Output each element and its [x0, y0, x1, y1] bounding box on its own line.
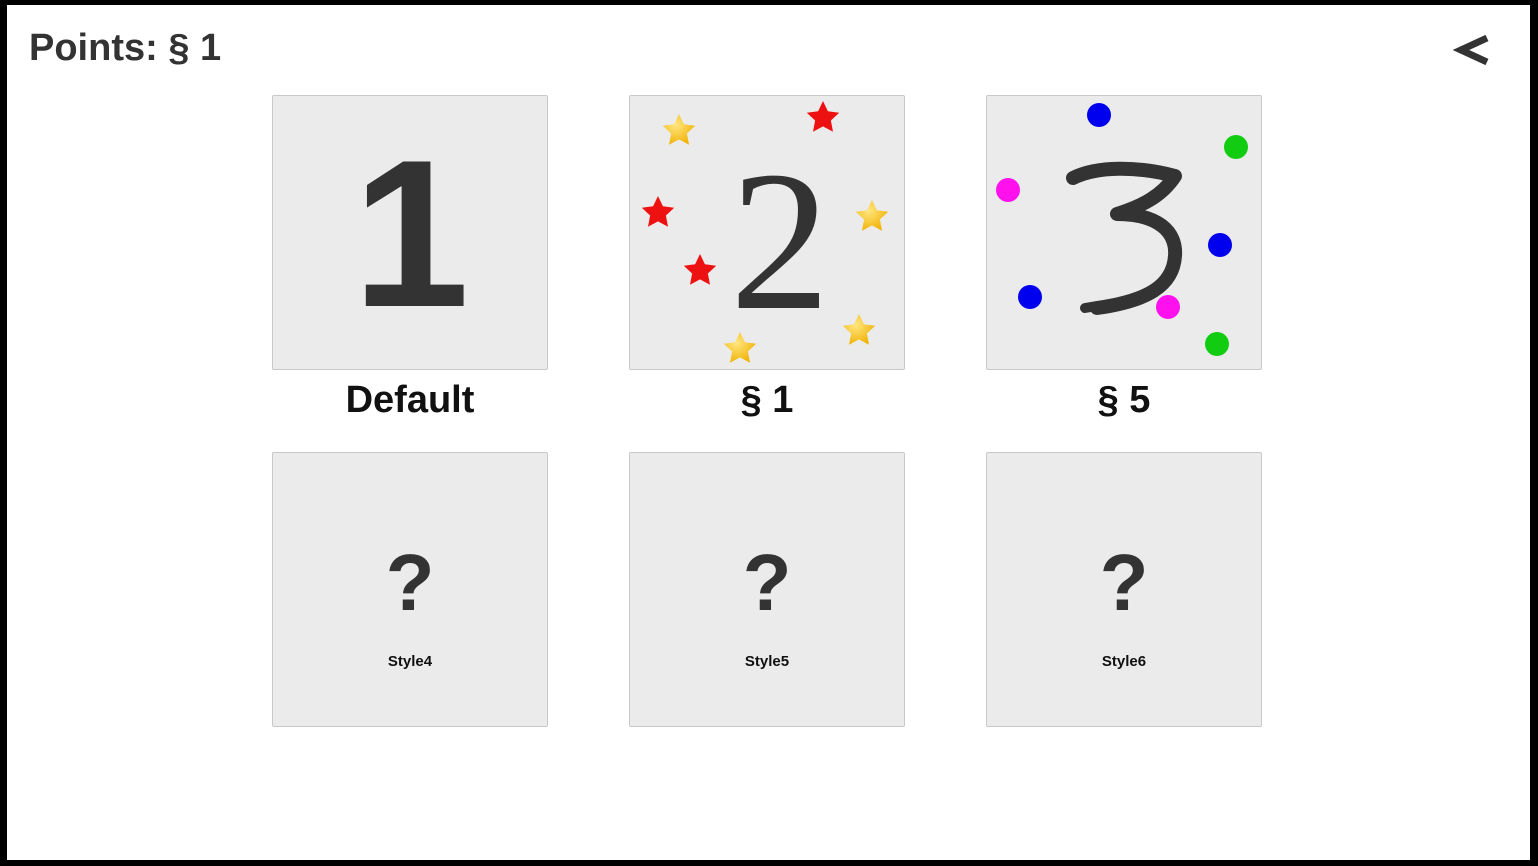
star-icon: [641, 196, 675, 227]
dots-style-preview: 3: [996, 103, 1248, 356]
svg-text:2: 2: [730, 131, 830, 352]
style-tile-locked-4[interactable]: ? Style4: [272, 452, 548, 727]
stars-style-preview: 2: [641, 101, 889, 363]
style-caption-default: Default: [345, 379, 475, 421]
dot-icon: [1156, 295, 1180, 319]
style-tile-stars[interactable]: 2: [629, 95, 905, 370]
style-caption-stars: § 1: [740, 379, 794, 421]
style-caption-dots: § 5: [1097, 379, 1151, 421]
dot-icon: [1018, 285, 1042, 309]
dot-icon: [1208, 233, 1232, 257]
star-icon: [842, 314, 876, 345]
chevron-left-icon: [1452, 34, 1489, 66]
dot-icon: [996, 178, 1020, 202]
style-name-label: Style4: [387, 653, 433, 670]
star-icon: [806, 101, 840, 132]
style-select-screen: Points: § 1 1 Default 2 § 1 § 5 ? Style4…: [7, 5, 1530, 860]
style-name-label: Style5: [744, 653, 790, 670]
style-name-label: Style6: [1101, 653, 1147, 670]
dot-icon: [1224, 135, 1248, 159]
style-tile-dots[interactable]: 3: [986, 95, 1262, 370]
style-tile-locked-6[interactable]: ? Style6: [986, 452, 1262, 727]
question-mark-icon: ?: [742, 538, 792, 627]
style-tile-default[interactable]: 1: [272, 95, 548, 370]
svg-text:1: 1: [353, 116, 470, 351]
dot-icon: [1087, 103, 1111, 127]
star-icon: [855, 200, 889, 231]
back-button[interactable]: [1449, 25, 1499, 75]
star-icon: [662, 114, 696, 145]
style-tile-locked-5[interactable]: ? Style5: [629, 452, 905, 727]
points-counter: Points: § 1: [29, 27, 222, 69]
question-mark-icon: ?: [1099, 538, 1149, 627]
number-one-preview: 1: [353, 116, 470, 351]
dot-icon: [1205, 332, 1229, 356]
star-icon: [683, 254, 717, 285]
question-mark-icon: ?: [385, 538, 435, 627]
